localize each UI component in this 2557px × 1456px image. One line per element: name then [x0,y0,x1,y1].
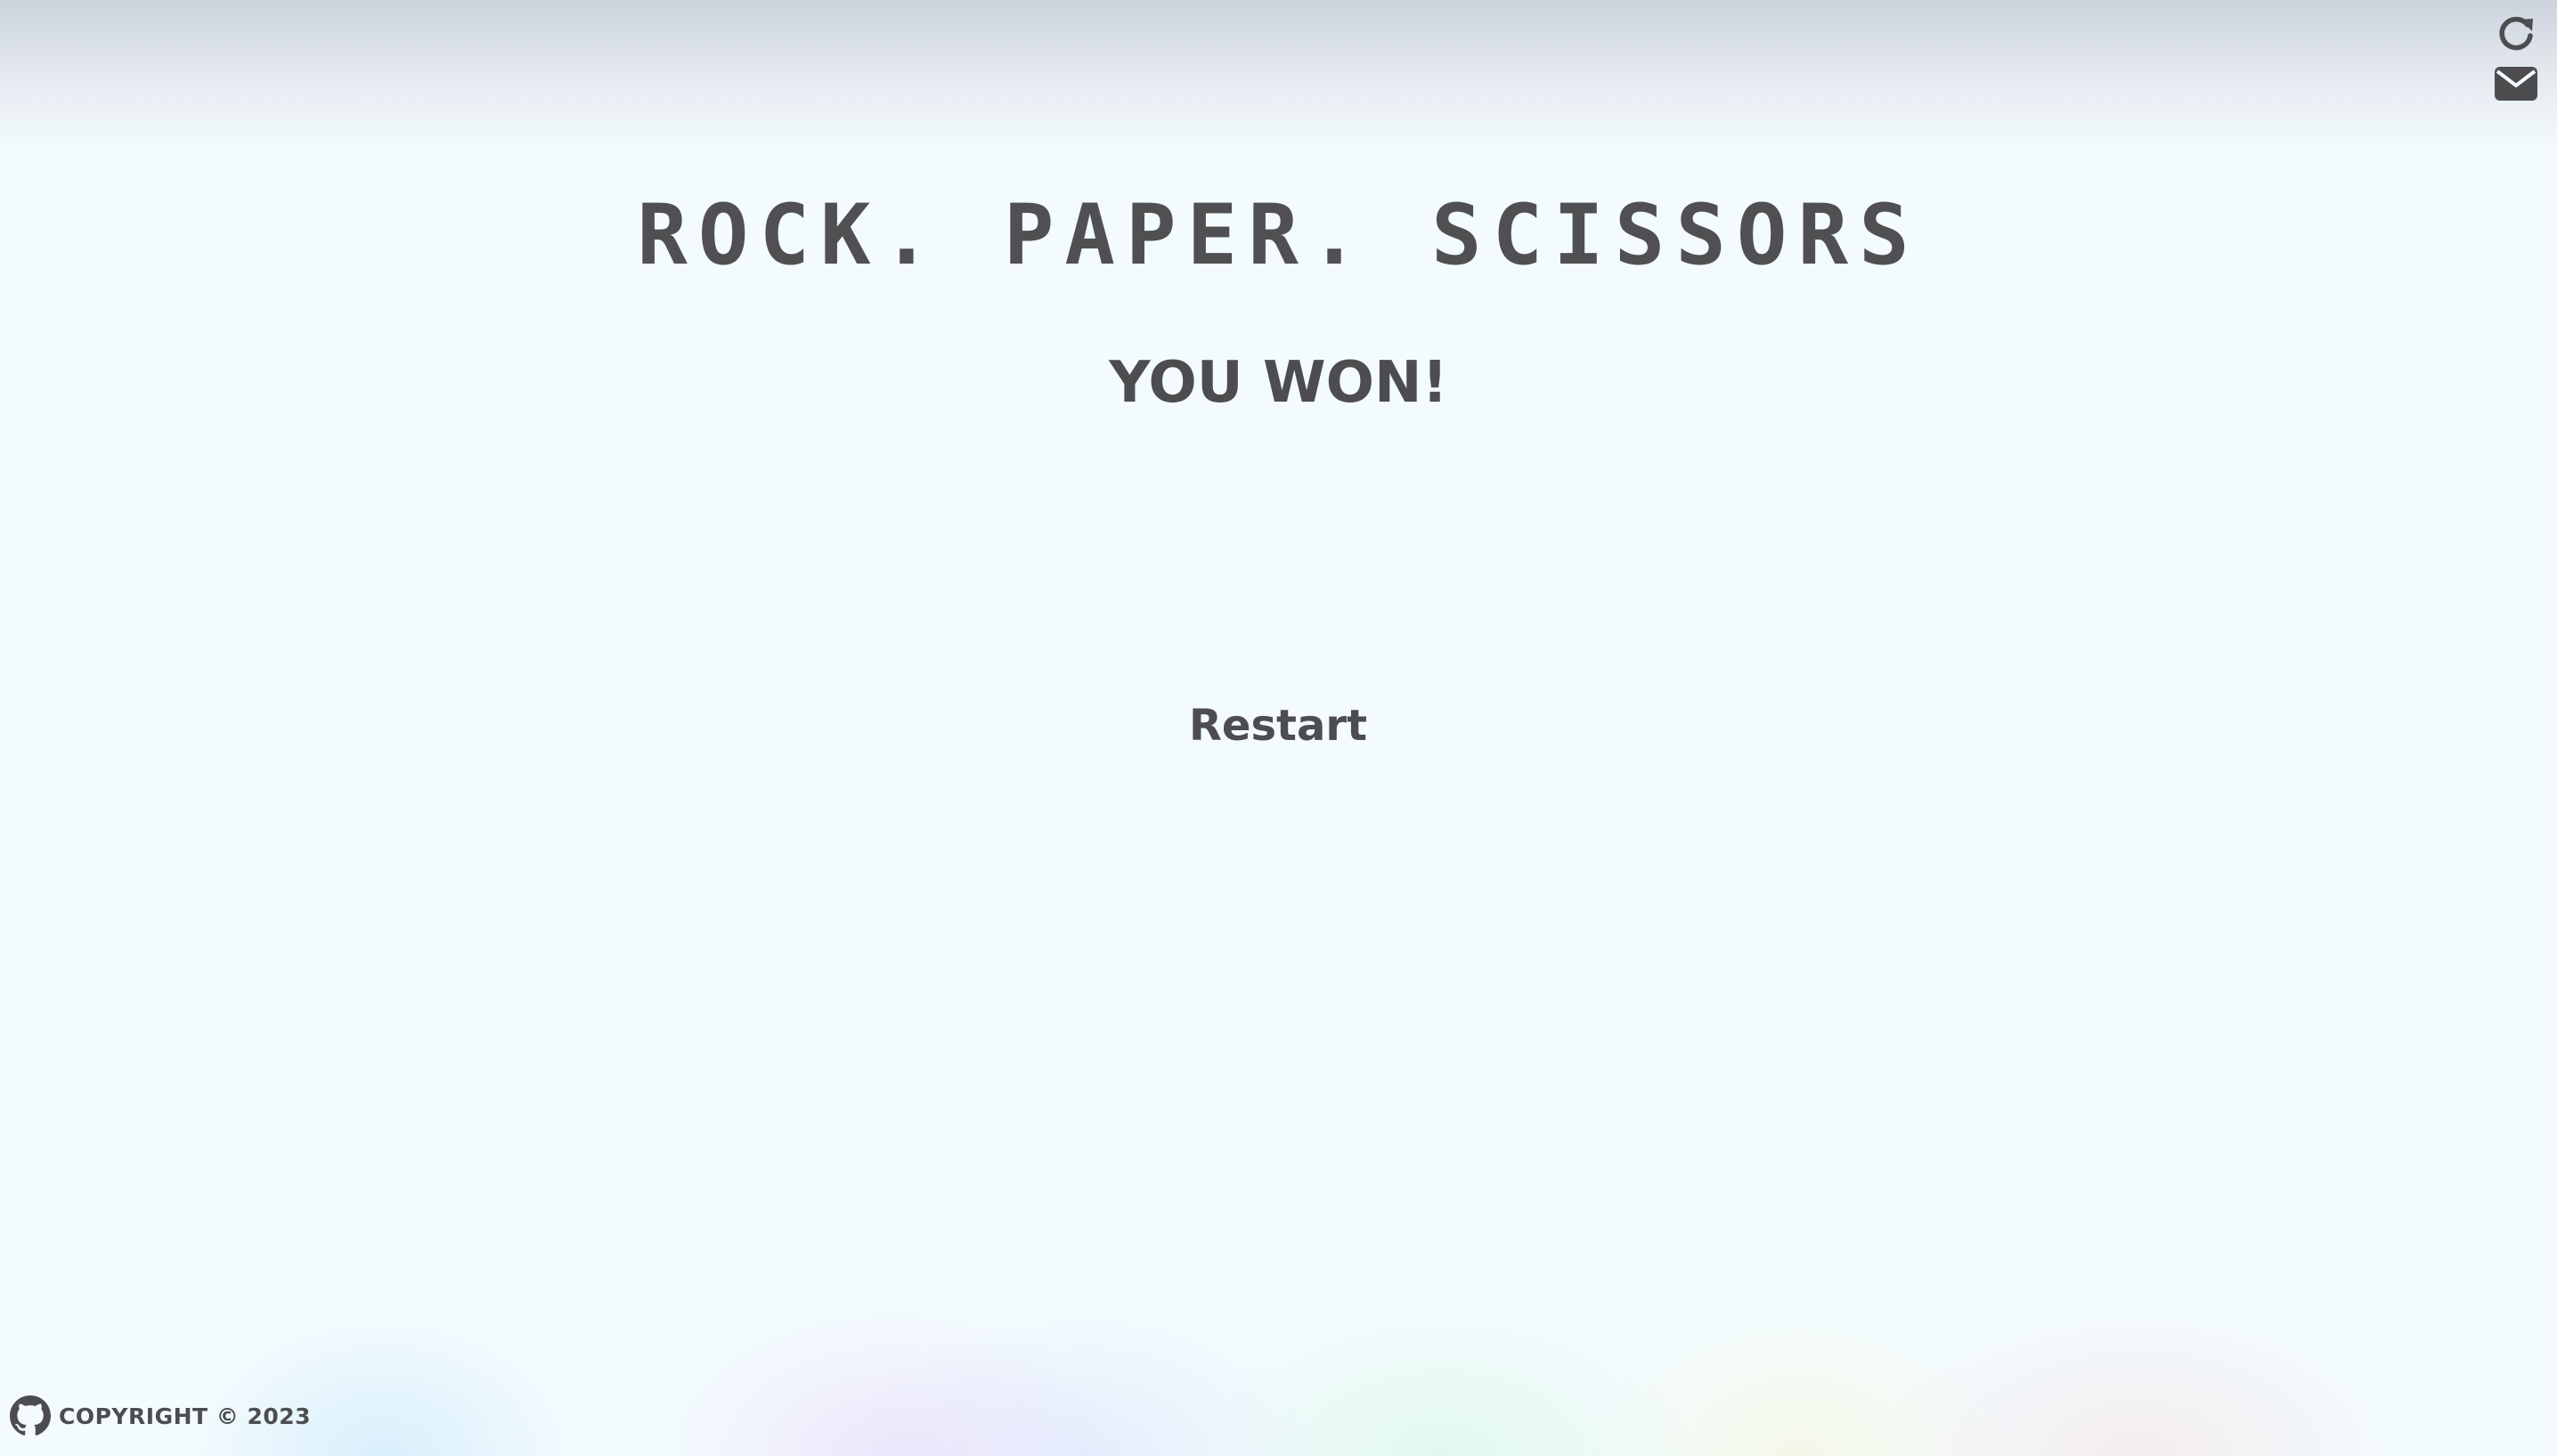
mail-icon [2495,67,2537,101]
top-gradient-band [0,0,2557,151]
refresh-icon [2499,16,2533,51]
copyright-text: COPYRIGHT © 2023 [59,1403,312,1429]
top-right-toolbar [2493,12,2539,105]
restart-button[interactable]: Restart [1144,690,1412,761]
github-link[interactable] [9,1395,52,1437]
game-result: YOU WON! [1109,350,1448,416]
game-title: ROCK. PAPER. SCISSORS [637,187,1920,284]
github-icon [10,1395,51,1436]
bottom-color-glow [0,1224,2557,1456]
refresh-button[interactable] [2493,12,2539,55]
mail-button[interactable] [2493,62,2539,105]
footer: COPYRIGHT © 2023 [9,1394,311,1438]
